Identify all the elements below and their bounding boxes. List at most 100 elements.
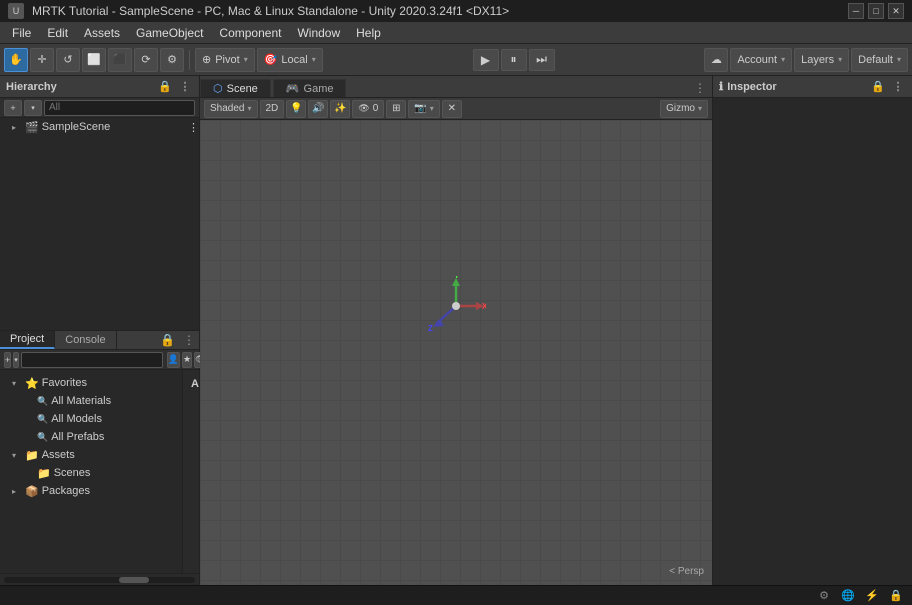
2d-toggle[interactable]: 2D: [260, 100, 285, 118]
minimize-button[interactable]: ─: [848, 3, 864, 19]
project-add-dd[interactable]: ▾: [13, 352, 19, 368]
project-add[interactable]: +: [4, 352, 11, 368]
h-scrollbar[interactable]: [0, 573, 199, 585]
inspector-menu[interactable]: ⋮: [890, 79, 906, 95]
title-bar: U MRTK Tutorial - SampleScene - PC, Mac …: [0, 0, 912, 22]
project-filter-btn[interactable]: ★: [182, 352, 192, 368]
menu-edit[interactable]: Edit: [39, 24, 76, 42]
maximize-button[interactable]: □: [868, 3, 884, 19]
project-lock[interactable]: 🔒: [156, 331, 179, 349]
project-panel: Project Console 🔒 ⋮ + ▾ 👤 ★ 👁 14: [0, 331, 199, 585]
project-menu[interactable]: ⋮: [179, 331, 199, 349]
tree-scenes[interactable]: 📁 Scenes: [0, 464, 182, 482]
status-icon-4[interactable]: 🔒: [888, 588, 904, 604]
tree-all-models[interactable]: 🔍 All Models: [0, 410, 182, 428]
pivot-dropdown[interactable]: ⊕ Pivot ▾: [195, 48, 255, 72]
pause-button[interactable]: ⏸: [501, 49, 527, 71]
layers-label: Layers: [801, 54, 834, 66]
tree-favorites[interactable]: ▾ ⭐ Favorites: [0, 374, 182, 392]
status-icon-1[interactable]: ⚙: [816, 588, 832, 604]
scene-viewport[interactable]: X Y Z < Persp: [200, 120, 712, 585]
account-dropdown[interactable]: Account ▾: [730, 48, 792, 72]
fx-btn[interactable]: ✨: [330, 100, 350, 118]
2d-label: 2D: [266, 103, 279, 114]
project-assets-view: Assets Scenes: [183, 370, 199, 573]
grid-canvas: X Y Z < Persp: [200, 120, 712, 585]
menu-gameobject[interactable]: GameObject: [128, 24, 211, 42]
persp-label: < Persp: [669, 566, 704, 577]
assets-label: Assets: [42, 449, 75, 461]
project-search-btn[interactable]: 👤: [167, 352, 180, 368]
svg-text:Z: Z: [428, 324, 433, 333]
hierarchy-scene-item[interactable]: ▸ 🎬 SampleScene ⋮: [0, 118, 199, 136]
hide-count[interactable]: 👁 0: [352, 100, 384, 118]
collab-button[interactable]: ☁: [704, 48, 728, 72]
scenes-label: Scenes: [54, 467, 91, 479]
local-dropdown[interactable]: 🎯 Local ▾: [257, 48, 323, 72]
inspector-panel: ℹ Inspector 🔒 ⋮: [712, 76, 912, 585]
tool-move[interactable]: ✛: [30, 48, 54, 72]
game-tab-label: Game: [304, 83, 334, 95]
scene-settings[interactable]: ✕: [442, 100, 462, 118]
hierarchy-lock[interactable]: 🔒: [157, 79, 173, 95]
layers-dropdown[interactable]: Layers ▾: [794, 48, 849, 72]
menu-help[interactable]: Help: [348, 24, 389, 42]
close-button[interactable]: ✕: [888, 3, 904, 19]
hierarchy-search[interactable]: [44, 100, 195, 116]
gizmo-dropdown[interactable]: Gizmo ▾: [660, 100, 708, 118]
shading-dropdown[interactable]: Shaded ▾: [204, 100, 258, 118]
lights-btn[interactable]: 💡: [286, 100, 306, 118]
tree-packages[interactable]: ▸ 📦 Packages: [0, 482, 182, 500]
tool-rect[interactable]: ⬛: [108, 48, 132, 72]
status-icon-2[interactable]: 🌐: [840, 588, 856, 604]
hide-label: 0: [373, 103, 379, 114]
tool-scale[interactable]: ⬜: [82, 48, 106, 72]
audio-btn[interactable]: 🔊: [308, 100, 328, 118]
scene-camera[interactable]: 📷 ▾: [408, 100, 439, 118]
tab-game[interactable]: 🎮 Game: [273, 79, 347, 97]
inspector-title: Inspector: [727, 81, 777, 93]
layers-chevron: ▾: [838, 55, 842, 64]
scene-arrow: ▸: [12, 123, 22, 132]
scene-panel-menu[interactable]: ⋮: [688, 79, 712, 97]
project-search[interactable]: [21, 352, 163, 368]
tab-project-label: Project: [10, 333, 44, 345]
favorites-arrow: ▾: [12, 379, 22, 388]
account-chevron: ▾: [781, 55, 785, 64]
tab-console[interactable]: Console: [55, 331, 116, 349]
scene-menu[interactable]: ⋮: [188, 121, 199, 134]
hierarchy-panel: Hierarchy 🔒 ⋮ + ▾ ▸ 🎬 SampleScene ⋮: [0, 76, 199, 331]
favorites-icon: ⭐: [25, 377, 39, 390]
status-icon-3[interactable]: ⚡: [864, 588, 880, 604]
step-button[interactable]: ⏭: [529, 49, 555, 71]
tool-rotate[interactable]: ↺: [56, 48, 80, 72]
grid-btn[interactable]: ⊞: [386, 100, 406, 118]
scroll-thumb[interactable]: [119, 577, 149, 583]
menu-component[interactable]: Component: [211, 24, 289, 42]
menu-window[interactable]: Window: [289, 24, 348, 42]
mats-label: All Materials: [51, 395, 111, 407]
tab-project[interactable]: Project: [0, 331, 55, 349]
menu-file[interactable]: File: [4, 24, 39, 42]
tree-assets[interactable]: ▾ 📁 Assets: [0, 446, 182, 464]
tree-all-prefabs[interactable]: 🔍 All Prefabs: [0, 428, 182, 446]
cam-chevron: ▾: [430, 104, 434, 113]
tab-scene[interactable]: ⬡ Scene: [200, 79, 271, 97]
models-icon: 🔍: [37, 414, 48, 425]
menu-assets[interactable]: Assets: [76, 24, 128, 42]
layout-dropdown[interactable]: Default ▾: [851, 48, 908, 72]
tool-custom[interactable]: ⚙: [160, 48, 184, 72]
toolbar: ✋ ✛ ↺ ⬜ ⬛ ⟳ ⚙ ⊕ Pivot ▾ 🎯 Local ▾ ▶ ⏸ ⏭ …: [0, 44, 912, 76]
tool-hand[interactable]: ✋: [4, 48, 28, 72]
scenes-asset[interactable]: Scenes: [191, 396, 199, 450]
tree-all-materials[interactable]: 🔍 All Materials: [0, 392, 182, 410]
layout-label: Default: [858, 54, 893, 66]
play-button[interactable]: ▶: [473, 49, 499, 71]
project-tree: ▾ ⭐ Favorites 🔍 All Materials 🔍 All Mode…: [0, 370, 183, 573]
inspector-lock[interactable]: 🔒: [870, 79, 886, 95]
add-button[interactable]: +: [4, 100, 22, 116]
tool-transform[interactable]: ⟳: [134, 48, 158, 72]
pivot-icon: ⊕: [202, 53, 211, 66]
add-dropdown[interactable]: ▾: [24, 100, 42, 116]
hierarchy-menu[interactable]: ⋮: [177, 79, 193, 95]
